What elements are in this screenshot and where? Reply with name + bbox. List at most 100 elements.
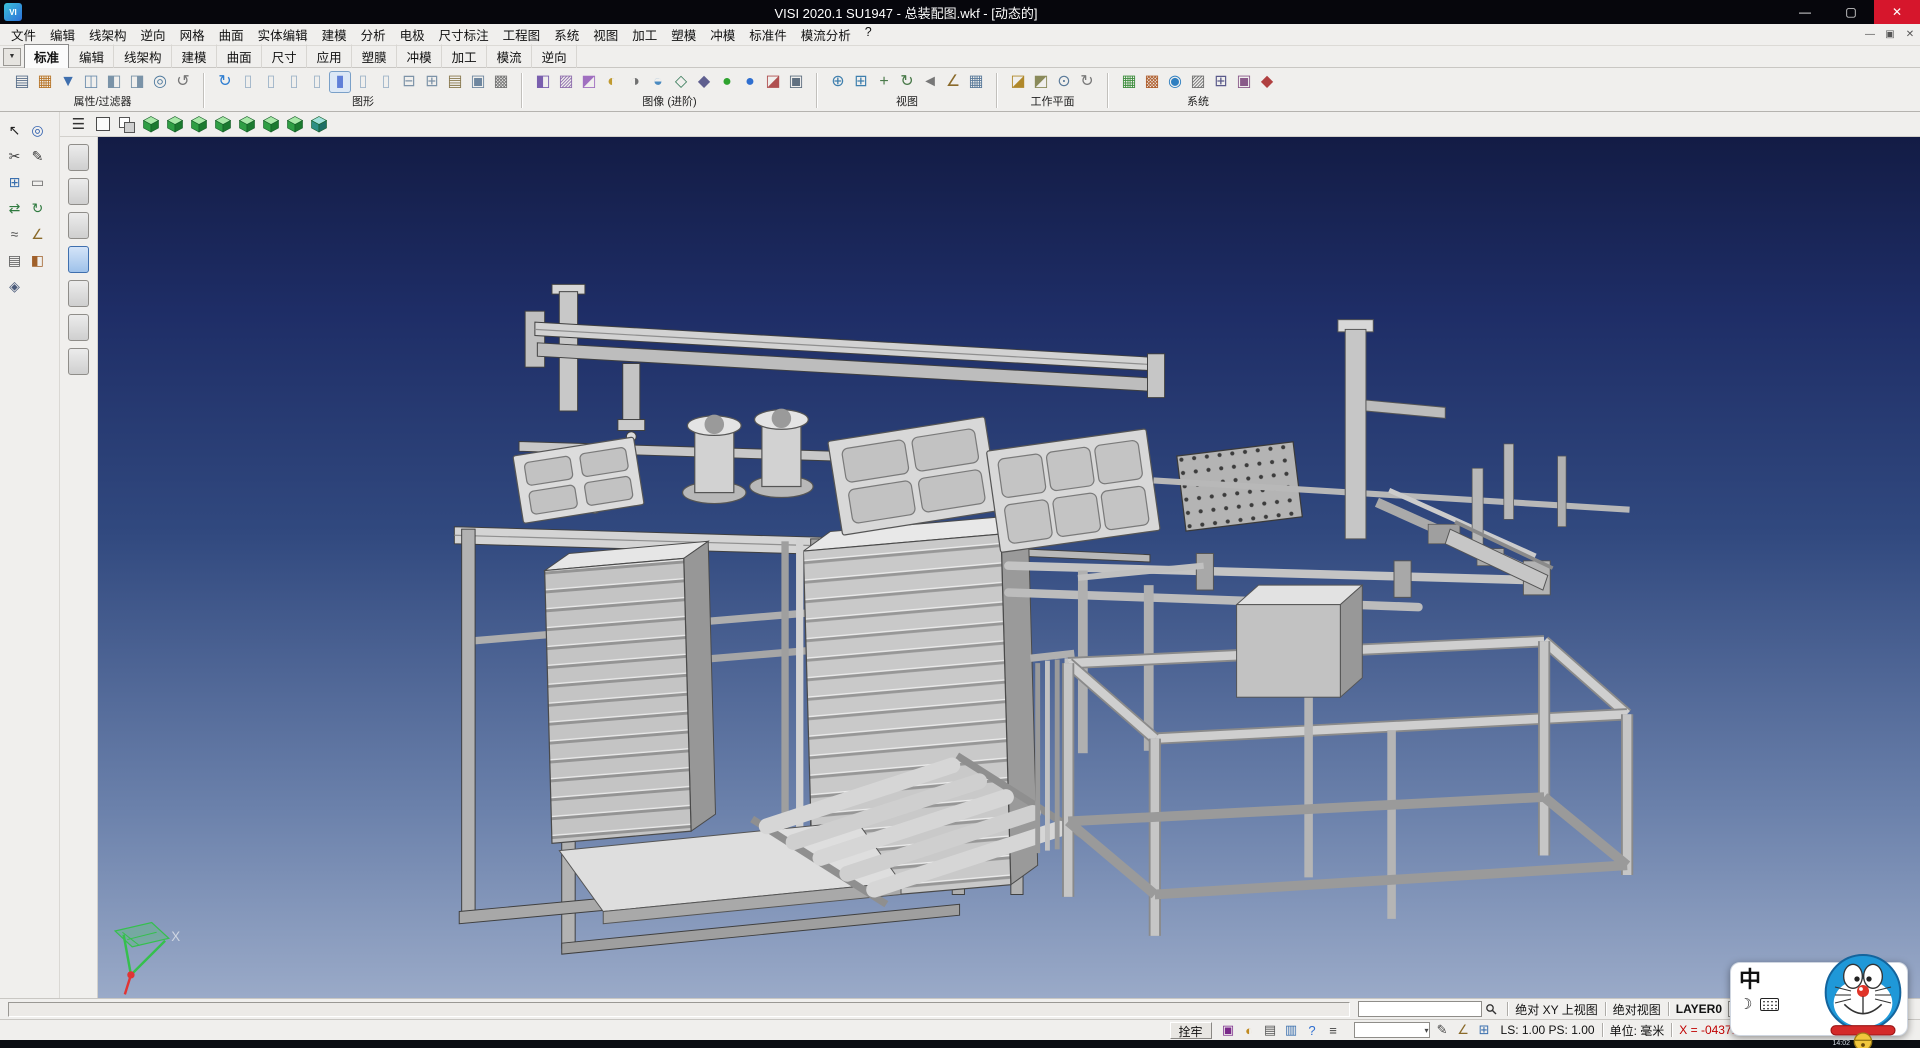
shadow-icon[interactable]: ◑ xyxy=(625,72,645,92)
eraser-icon[interactable]: ▭ xyxy=(26,169,49,195)
snap-grid-icon[interactable]: ⊞ xyxy=(3,169,26,195)
absolute-view-label[interactable]: 绝对视图 xyxy=(1613,1001,1661,1018)
material-icon[interactable]: ◩ xyxy=(579,72,599,92)
ribbon-tab-7[interactable]: 塑膜 xyxy=(352,44,397,69)
view-preset-5-icon[interactable] xyxy=(68,280,89,307)
box-edit-icon[interactable]: ▣ xyxy=(468,72,488,92)
doc-stack-icon[interactable]: ⊞ xyxy=(422,72,442,92)
front-view-cube-icon[interactable] xyxy=(188,114,209,135)
view-preset-2-icon[interactable] xyxy=(68,178,89,205)
workplane-align-icon[interactable]: ◩ xyxy=(1031,72,1051,92)
globe-icon[interactable]: ◉ xyxy=(1165,72,1185,92)
snapshot-icon[interactable]: ▣ xyxy=(1220,1022,1237,1039)
environment-icon[interactable]: ◒ xyxy=(648,72,668,92)
selection-mask-icon[interactable]: ◎ xyxy=(150,72,170,92)
minimize-button[interactable]: — xyxy=(1782,0,1828,24)
menu-item-6[interactable]: 实体编辑 xyxy=(251,23,315,46)
layers-icon[interactable]: ▤ xyxy=(3,247,26,273)
3d-model-canvas[interactable]: X xyxy=(98,137,1920,998)
ribbon-tab-10[interactable]: 模流 xyxy=(487,44,532,69)
workplane-rotate-icon[interactable]: ↻ xyxy=(1077,72,1097,92)
document-minimize-button[interactable]: — xyxy=(1860,29,1880,40)
axon-view-cube-icon[interactable] xyxy=(308,114,329,135)
zoom-target-icon[interactable]: ◎ xyxy=(26,117,49,143)
ime-panel[interactable]: 中 ☽ xyxy=(1730,962,1908,1036)
texture-icon[interactable]: ▨ xyxy=(556,72,576,92)
doc-view-1-icon[interactable]: ▯ xyxy=(238,72,258,92)
attributes-icon[interactable]: ▤ xyxy=(12,72,32,92)
fill-icon[interactable]: ◧ xyxy=(26,247,49,273)
lighting-icon[interactable]: ◐ xyxy=(602,72,622,92)
options-icon[interactable]: ◈ xyxy=(3,273,26,299)
doc-view-2-icon[interactable]: ▯ xyxy=(261,72,281,92)
ribbon-tab-3[interactable]: 建模 xyxy=(172,44,217,69)
maximize-button[interactable]: ▢ xyxy=(1828,0,1874,24)
view-preset-7-icon[interactable] xyxy=(68,348,89,375)
lock-toggle-button[interactable]: 拴牢 xyxy=(1170,1022,1212,1039)
rotate-view-icon[interactable]: ↻ xyxy=(897,72,917,92)
dimension-icon[interactable]: ∠ xyxy=(26,221,49,247)
measure-icon[interactable]: ∠ xyxy=(943,72,963,92)
mirror-icon[interactable]: ⇄ xyxy=(3,195,26,221)
menu-item-15[interactable]: 塑模 xyxy=(664,23,703,46)
menu-item-3[interactable]: 逆向 xyxy=(134,23,173,46)
ribbon-tab-4[interactable]: 曲面 xyxy=(217,44,262,69)
ribbon-tab-5[interactable]: 尺寸 xyxy=(262,44,307,69)
doc-view-5-icon[interactable]: ▯ xyxy=(353,72,373,92)
ime-moon-icon[interactable]: ☽ xyxy=(1739,997,1752,1012)
entity-filter-icon[interactable]: ◧ xyxy=(104,72,124,92)
settings-grid-icon[interactable]: ▦ xyxy=(1119,72,1139,92)
blue-sphere-icon[interactable]: ● xyxy=(740,72,760,92)
grid-snap-icon[interactable]: ⊞ xyxy=(1476,1022,1493,1039)
close-button[interactable]: ✕ xyxy=(1874,0,1920,24)
view-preset-3-icon[interactable] xyxy=(68,212,89,239)
capture-icon[interactable]: ▣ xyxy=(786,72,806,92)
menu-item-18[interactable]: 模流分析 xyxy=(794,23,858,46)
menu-item-12[interactable]: 系统 xyxy=(547,23,586,46)
status-search-input[interactable] xyxy=(1358,1001,1482,1017)
scissors-icon[interactable]: ✂ xyxy=(3,143,26,169)
menu-item-7[interactable]: 建模 xyxy=(315,23,354,46)
printer-icon[interactable]: ▤ xyxy=(1262,1022,1279,1039)
tab-overflow-dropdown[interactable]: ▼ xyxy=(3,48,21,66)
snap-combo-dropdown[interactable]: ▾ xyxy=(1354,1022,1430,1038)
menu-item-16[interactable]: 冲模 xyxy=(703,23,742,46)
doc-info-icon[interactable]: ▥ xyxy=(1283,1022,1300,1039)
edit-pencil-icon[interactable]: ✎ xyxy=(1434,1022,1451,1039)
ribbon-tab-9[interactable]: 加工 xyxy=(442,44,487,69)
shaded-mode-icon[interactable] xyxy=(92,114,113,135)
curve-icon[interactable]: ≈ xyxy=(3,221,26,247)
scale-readout[interactable]: LS: 1.00 PS: 1.00 xyxy=(1501,1023,1595,1037)
render-mode-icon[interactable]: ◧ xyxy=(533,72,553,92)
section-icon[interactable]: ◪ xyxy=(763,72,783,92)
view-preset-6-icon[interactable] xyxy=(68,314,89,341)
view-mode-label[interactable]: 绝对 XY 上视图 xyxy=(1515,1001,1597,1018)
bottom-view-cube-icon[interactable] xyxy=(284,114,305,135)
menu-item-19[interactable]: ? xyxy=(858,23,879,46)
menu-item-11[interactable]: 工程图 xyxy=(496,23,548,46)
doc-view-3-icon[interactable]: ▯ xyxy=(284,72,304,92)
document-close-button[interactable]: ✕ xyxy=(1900,29,1920,40)
pencil-icon[interactable]: ✎ xyxy=(26,143,49,169)
menu-item-1[interactable]: 编辑 xyxy=(43,23,82,46)
right-view-cube-icon[interactable] xyxy=(212,114,233,135)
rotate-icon[interactable]: ↻ xyxy=(26,195,49,221)
view-preset-1-icon[interactable] xyxy=(68,144,89,171)
doc-view-4-icon[interactable]: ▯ xyxy=(307,72,327,92)
table-icon[interactable]: ⊞ xyxy=(1211,72,1231,92)
grid-toggle-icon[interactable]: ▦ xyxy=(966,72,986,92)
ribbon-tab-2[interactable]: 线架构 xyxy=(114,44,172,69)
shaded-doc-icon[interactable]: ▮ xyxy=(330,72,350,92)
menu-item-8[interactable]: 分析 xyxy=(354,23,393,46)
menu-item-4[interactable]: 网格 xyxy=(173,23,212,46)
palette-icon[interactable]: ▩ xyxy=(1142,72,1162,92)
display-mode-icon[interactable] xyxy=(116,114,137,135)
pan-icon[interactable]: + xyxy=(874,72,894,92)
ime-keyboard-icon[interactable] xyxy=(1760,998,1779,1011)
notebook-icon[interactable]: ▤ xyxy=(445,72,465,92)
back-view-cube-icon[interactable] xyxy=(260,114,281,135)
menu-item-13[interactable]: 视图 xyxy=(586,23,625,46)
left-view-cube-icon[interactable] xyxy=(236,114,257,135)
document-restore-button[interactable]: ▣ xyxy=(1880,29,1900,40)
ime-language-indicator[interactable]: 中 xyxy=(1739,969,1779,991)
